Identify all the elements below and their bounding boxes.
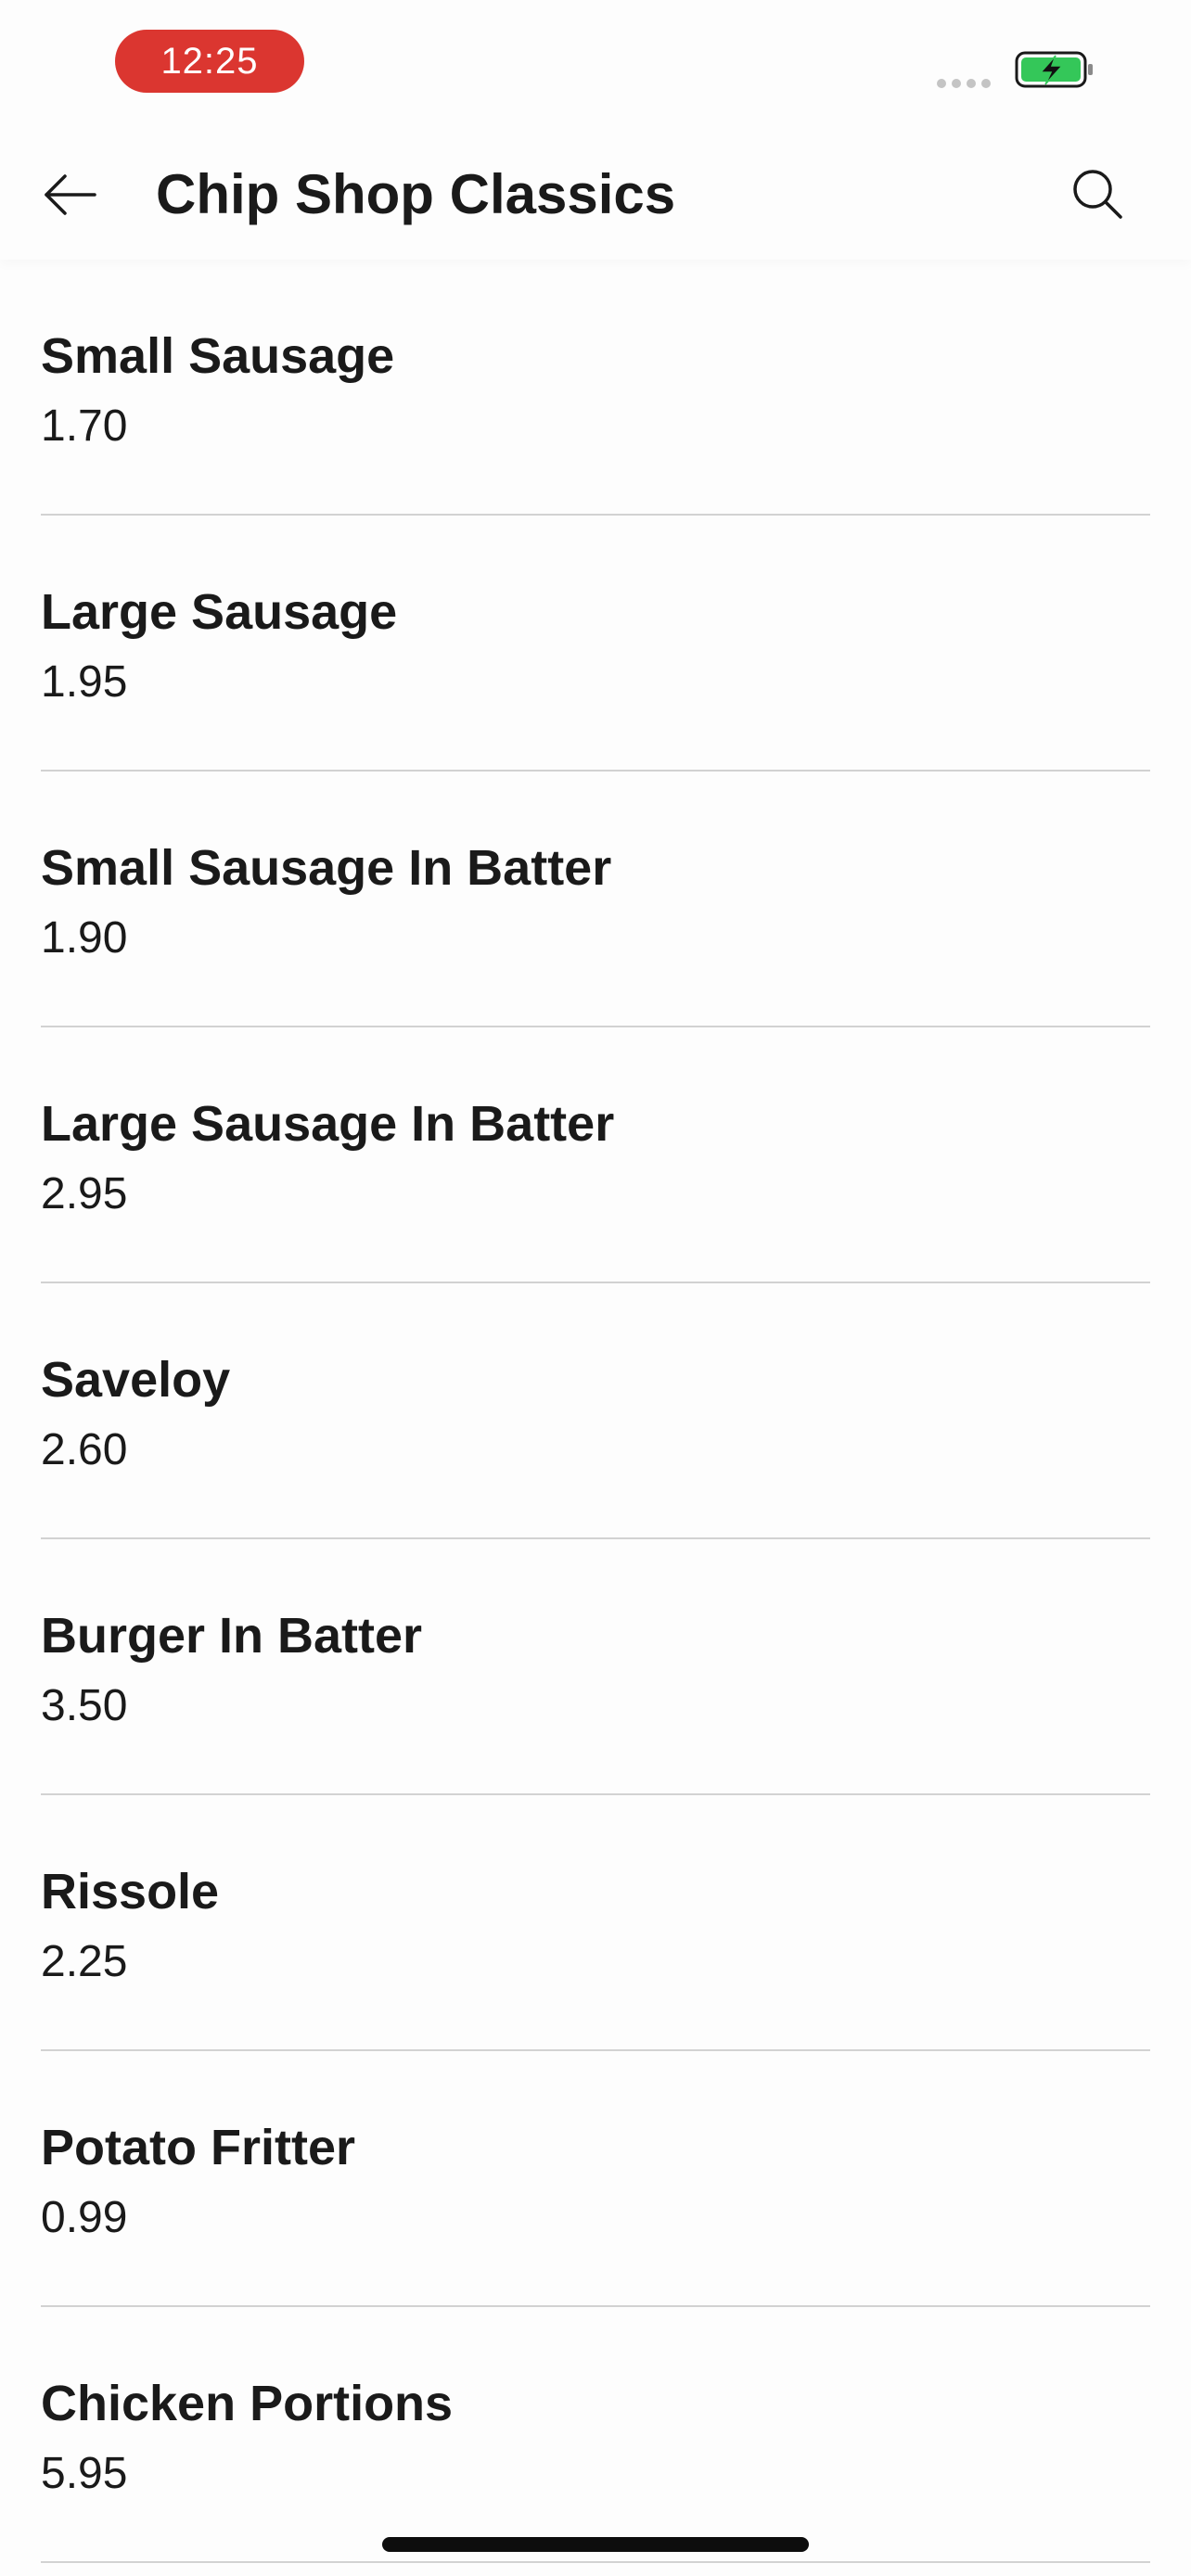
page-title: Chip Shop Classics bbox=[156, 163, 676, 225]
menu-item[interactable]: Small Sausage In Batter 1.90 bbox=[41, 772, 1150, 1027]
menu-item-price: 3.50 bbox=[41, 1681, 128, 1730]
menu-item-price: 0.99 bbox=[41, 2193, 128, 2242]
menu-item-name: Small Sausage bbox=[41, 328, 395, 384]
menu-item-price: 2.60 bbox=[41, 1425, 128, 1474]
menu-item-price: 2.95 bbox=[41, 1169, 128, 1218]
status-bar: 12:25 bbox=[0, 0, 1191, 130]
home-indicator[interactable] bbox=[382, 2537, 809, 2552]
menu-item-name: Potato Fritter bbox=[41, 2120, 356, 2175]
menu-item-name: Small Sausage In Batter bbox=[41, 840, 612, 896]
menu-item-price: 5.95 bbox=[41, 2449, 128, 2498]
menu-item-price: 1.70 bbox=[41, 402, 128, 451]
menu-item[interactable]: Potato Fritter 0.99 bbox=[41, 2051, 1150, 2307]
menu-item-name: Chicken Portions bbox=[41, 2376, 454, 2431]
arrow-left-icon[interactable] bbox=[41, 165, 100, 224]
menu-item-name: Burger In Batter bbox=[41, 1608, 423, 1664]
menu-item[interactable]: Large Sausage 1.95 bbox=[41, 516, 1150, 772]
menu-item-name: Rissole bbox=[41, 1864, 220, 1919]
menu-item-price: 1.95 bbox=[41, 657, 128, 707]
menu-item[interactable]: Rissole 2.25 bbox=[41, 1795, 1150, 2051]
menu-item[interactable]: Saveloy 2.60 bbox=[41, 1283, 1150, 1539]
menu-item[interactable]: Small Sausage 1.70 bbox=[41, 260, 1150, 516]
menu-item[interactable]: Burger In Batter 3.50 bbox=[41, 1539, 1150, 1795]
menu-item-price: 1.90 bbox=[41, 913, 128, 963]
menu-item-name: Saveloy bbox=[41, 1352, 231, 1408]
menu-item-price: 2.25 bbox=[41, 1937, 128, 1986]
menu-list: Small Sausage 1.70 Large Sausage 1.95 Sm… bbox=[0, 260, 1191, 2563]
top-app-bar: Chip Shop Classics bbox=[0, 130, 1191, 260]
signal-dots-icon bbox=[937, 79, 991, 88]
menu-item[interactable]: Chicken Portions 5.95 bbox=[41, 2307, 1150, 2563]
menu-item[interactable]: Large Sausage In Batter 2.95 bbox=[41, 1027, 1150, 1283]
battery-charging-icon bbox=[1015, 51, 1093, 88]
status-time: 12:25 bbox=[115, 30, 304, 93]
menu-item-name: Large Sausage In Batter bbox=[41, 1096, 615, 1152]
search-icon[interactable] bbox=[1067, 163, 1128, 224]
menu-item-name: Large Sausage bbox=[41, 584, 398, 640]
